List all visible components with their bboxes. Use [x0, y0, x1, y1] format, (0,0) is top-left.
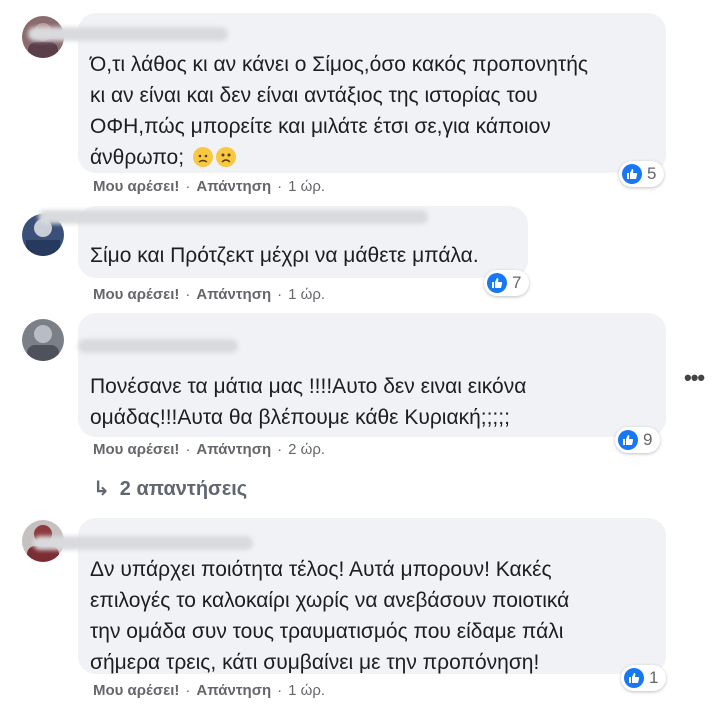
- comment-actions: Μου αρέσει! · Απάντηση · 1 ώρ.: [93, 178, 326, 195]
- like-button[interactable]: Μου αρέσει!: [93, 682, 179, 699]
- author-name-redacted[interactable]: [28, 27, 228, 41]
- comment-text: Πονέσανε τα μάτια μας !!!!Αυτο δεν ειναι…: [90, 375, 527, 429]
- author-name-redacted[interactable]: [38, 210, 428, 224]
- like-button[interactable]: Μου αρέσει!: [93, 441, 179, 458]
- like-button[interactable]: Μου αρέσει!: [93, 178, 179, 195]
- reply-arrow-icon: ↳: [93, 478, 110, 500]
- reaction-count[interactable]: 1: [621, 665, 667, 691]
- disappointed-face-emoji: [192, 147, 213, 167]
- comment-actions: Μου αρέσει! · Απάντηση · 1 ώρ.: [93, 682, 326, 699]
- avatar[interactable]: [22, 319, 64, 361]
- reply-button[interactable]: Απάντηση: [196, 286, 271, 303]
- comment-actions: Μου αρέσει! · Απάντηση · 2 ώρ.: [93, 441, 326, 458]
- replies-count: 2 απαντήσεις: [119, 478, 248, 500]
- sad-face-emoji: [215, 147, 236, 167]
- comment-text: Ό,τι λάθος κι αν κάνει ο Σίμος,όσο κακός…: [90, 53, 589, 169]
- comment-bubble: Ό,τι λάθος κι αν κάνει ο Σίμος,όσο κακός…: [28, 13, 666, 173]
- like-button[interactable]: Μου αρέσει!: [93, 286, 179, 303]
- reply-button[interactable]: Απάντηση: [196, 682, 271, 699]
- reaction-count[interactable]: 7: [484, 270, 530, 296]
- more-options-icon[interactable]: •••: [684, 365, 705, 391]
- timestamp[interactable]: 1 ώρ.: [288, 682, 325, 699]
- reply-button[interactable]: Απάντηση: [196, 441, 271, 458]
- reaction-count[interactable]: 9: [615, 427, 661, 453]
- comment-bubble: Σίμο και Πρότζεκτ μέχρι να μάθετε μπάλα.: [38, 206, 528, 278]
- like-icon: [487, 273, 507, 293]
- timestamp[interactable]: 1 ώρ.: [288, 178, 325, 195]
- comment-bubble: Πονέσανε τα μάτια μας !!!!Αυτο δεν ειναι…: [78, 313, 666, 437]
- reply-button[interactable]: Απάντηση: [196, 178, 271, 195]
- like-icon: [618, 430, 638, 450]
- view-replies-link[interactable]: ↳ 2 απαντήσεις: [93, 476, 247, 501]
- like-icon: [622, 164, 642, 184]
- comment-actions: Μου αρέσει! · Απάντηση · 1 ώρ.: [93, 286, 326, 303]
- reaction-count[interactable]: 5: [619, 161, 665, 187]
- comment-bubble: Δν υπάρχει ποιότητα τέλος! Αυτά μπορουν!…: [33, 518, 666, 674]
- timestamp[interactable]: 1 ώρ.: [288, 286, 325, 303]
- comment-text: Σίμο και Πρότζεκτ μέχρι να μάθετε μπάλα.: [90, 244, 479, 267]
- author-name-redacted[interactable]: [78, 339, 238, 353]
- timestamp[interactable]: 2 ώρ.: [288, 441, 325, 458]
- like-icon: [624, 668, 644, 688]
- author-name-redacted[interactable]: [33, 536, 253, 550]
- comment-text: Δν υπάρχει ποιότητα τέλος! Αυτά μπορουν!…: [90, 558, 570, 674]
